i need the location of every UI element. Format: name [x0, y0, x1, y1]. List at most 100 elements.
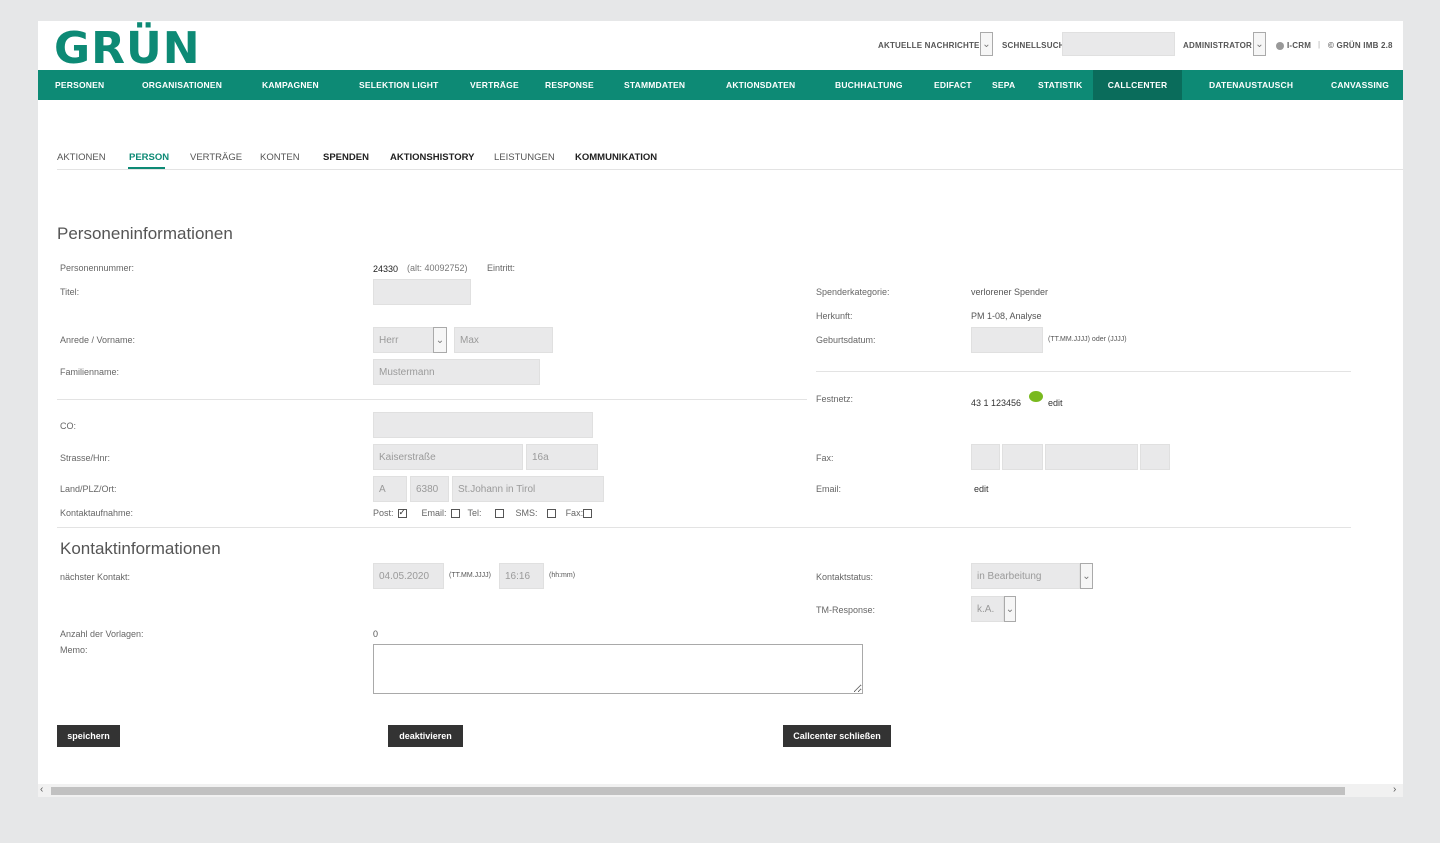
memo-label: Memo:	[60, 645, 88, 655]
festnetz-edit-link[interactable]: edit	[1048, 398, 1063, 408]
app-window: GRÜN AKTUELLE NACHRICHTEN ⌄ SCHNELLSUCHE…	[38, 21, 1403, 797]
hausnummer-input[interactable]: 16a	[526, 444, 598, 470]
eintritt-label: Eintritt:	[487, 263, 516, 273]
deaktivieren-button[interactable]: deaktivieren	[388, 725, 463, 747]
phone-call-icon[interactable]	[1029, 391, 1043, 402]
speichern-button[interactable]: speichern	[57, 725, 120, 747]
kontakt-datum-input[interactable]: 04.05.2020	[373, 563, 444, 589]
co-input[interactable]	[373, 412, 593, 438]
tm-response-dropdown[interactable]: ⌄	[1004, 596, 1016, 622]
nav-kampagnen[interactable]: KAMPAGNEN	[262, 70, 319, 100]
person-divider	[57, 399, 807, 400]
personeninformationen-title: Personeninformationen	[57, 224, 233, 243]
memo-textarea[interactable]	[373, 644, 863, 694]
chevron-down-icon: ⌄	[1255, 38, 1264, 50]
email-checkbox[interactable]	[450, 508, 460, 518]
nav-stammdaten[interactable]: STAMMDATEN	[624, 70, 685, 100]
kontaktstatus-select[interactable]: in Bearbeitung	[971, 563, 1080, 589]
nav-selektion-light[interactable]: SELEKTION LIGHT	[359, 70, 439, 100]
tel-checkbox[interactable]	[494, 508, 504, 518]
vorname-input[interactable]: Max	[454, 327, 553, 353]
nav-vertraege[interactable]: VERTRÄGE	[470, 70, 519, 100]
scroll-right-icon[interactable]: ›	[1393, 784, 1396, 795]
anzahl-vorlagen-label: Anzahl der Vorlagen:	[60, 629, 144, 639]
scrollbar-thumb[interactable]	[51, 787, 1345, 795]
geburtsdatum-input[interactable]	[971, 327, 1043, 353]
anrede-dropdown[interactable]: ⌄	[433, 327, 447, 353]
nav-callcenter[interactable]: CALLCENTER	[1093, 70, 1182, 100]
nav-statistik[interactable]: STATISTIK	[1038, 70, 1082, 100]
ort-input[interactable]: St.Johann in Tirol	[452, 476, 604, 502]
kontakt-divider	[57, 527, 1351, 528]
tm-response-select[interactable]: k.A.	[971, 596, 1004, 622]
fax-checkbox[interactable]	[583, 508, 593, 518]
nav-sepa[interactable]: SEPA	[992, 70, 1015, 100]
nachrichten-dropdown[interactable]: ⌄	[980, 32, 993, 56]
kontakt-zeit-hint: (hh:mm)	[549, 572, 576, 579]
header-separator: |	[1318, 40, 1321, 49]
chevron-down-icon: ⌄	[982, 38, 991, 50]
festnetz-value: 43 1 123456	[971, 398, 1022, 408]
tab-konten[interactable]: KONTEN	[260, 152, 300, 163]
tab-person[interactable]: PERSON	[129, 152, 169, 163]
user-label[interactable]: ADMINISTRATOR	[1183, 41, 1252, 50]
fax-label: Fax:	[816, 453, 834, 463]
nav-organisationen[interactable]: ORGANISATIONEN	[142, 70, 222, 100]
kontaktstatus-label: Kontaktstatus:	[816, 572, 874, 582]
nav-canvassing[interactable]: CANVASSING	[1331, 70, 1389, 100]
titel-label: Titel:	[60, 287, 80, 297]
tab-kommunikation[interactable]: KOMMUNIKATION	[575, 152, 657, 163]
strasse-label: Strasse/Hnr:	[60, 453, 111, 463]
nav-aktionsdaten[interactable]: AKTIONSDATEN	[726, 70, 795, 100]
chevron-down-icon: ⌄	[1082, 570, 1091, 582]
aktuelle-nachrichten-label[interactable]: AKTUELLE NACHRICHTEN	[878, 41, 986, 50]
schnellsuche-input[interactable]	[1062, 32, 1175, 56]
strasse-input[interactable]: Kaiserstraße	[373, 444, 523, 470]
nav-edifact[interactable]: EDIFACT	[934, 70, 972, 100]
tab-aktionshistory[interactable]: AKTIONSHISTORY	[390, 152, 474, 163]
user-dropdown[interactable]: ⌄	[1253, 32, 1266, 56]
tab-spenden[interactable]: SPENDEN	[323, 152, 369, 163]
festnetz-label: Festnetz:	[816, 394, 854, 404]
nav-buchhaltung[interactable]: BUCHHALTUNG	[835, 70, 903, 100]
kontaktaufnahme-options: Post: ✓ Email: Tel: SMS: Fax:	[373, 507, 593, 518]
email-edit-link[interactable]: edit	[974, 484, 989, 494]
kontaktinformationen-title: Kontaktinformationen	[60, 539, 221, 558]
personennummer-label: Personennummer:	[60, 263, 135, 273]
fax-number-input[interactable]	[1045, 444, 1138, 470]
nav-personen[interactable]: PERSONEN	[55, 70, 104, 100]
tab-leistungen[interactable]: LEISTUNGEN	[494, 152, 555, 163]
land-input[interactable]: A	[373, 476, 407, 502]
nav-datenaustausch[interactable]: DATENAUSTAUSCH	[1209, 70, 1293, 100]
horizontal-scrollbar[interactable]: ‹ ›	[38, 784, 1403, 797]
logo: GRÜN	[54, 23, 201, 74]
kontakt-zeit-input[interactable]: 16:16	[499, 563, 544, 589]
kontaktstatus-dropdown[interactable]: ⌄	[1080, 563, 1093, 589]
anrede-vorname-label: Anrede / Vorname:	[60, 335, 136, 345]
nav-response[interactable]: RESPONSE	[545, 70, 594, 100]
callcenter-schliessen-button[interactable]: Callcenter schließen	[783, 725, 891, 747]
titel-input[interactable]	[373, 279, 471, 305]
globe-icon	[1276, 41, 1284, 50]
plz-input[interactable]: 6380	[410, 476, 449, 502]
sms-checkbox[interactable]	[546, 508, 556, 518]
tab-vertraege[interactable]: VERTRÄGE	[190, 152, 242, 163]
land-plz-ort-label: Land/PLZ/Ort:	[60, 484, 117, 494]
anzahl-vorlagen-value: 0	[373, 629, 379, 639]
fax-area-input[interactable]	[1002, 444, 1043, 470]
fax-extension-input[interactable]	[1140, 444, 1170, 470]
anrede-select[interactable]: Herr	[373, 327, 435, 353]
tab-aktionen[interactable]: AKTIONEN	[57, 152, 106, 163]
scroll-left-icon[interactable]: ‹	[40, 784, 43, 795]
kontakt-datum-hint: (TT.MM.JJJJ)	[449, 572, 491, 579]
post-checkbox[interactable]: ✓	[397, 507, 407, 518]
right-divider-1	[816, 371, 1351, 372]
co-label: CO:	[60, 421, 77, 431]
main-nav: PERSONEN ORGANISATIONEN KAMPAGNEN SELEKT…	[38, 70, 1403, 100]
fax-country-input[interactable]	[971, 444, 1000, 470]
kontaktaufnahme-label: Kontaktaufnahme:	[60, 508, 134, 518]
personennummer-value: 24330	[373, 264, 399, 274]
icrm-link[interactable]: I-CRM	[1276, 41, 1311, 50]
familienname-label: Familienname:	[60, 367, 120, 377]
familienname-input[interactable]: Mustermann	[373, 359, 540, 385]
